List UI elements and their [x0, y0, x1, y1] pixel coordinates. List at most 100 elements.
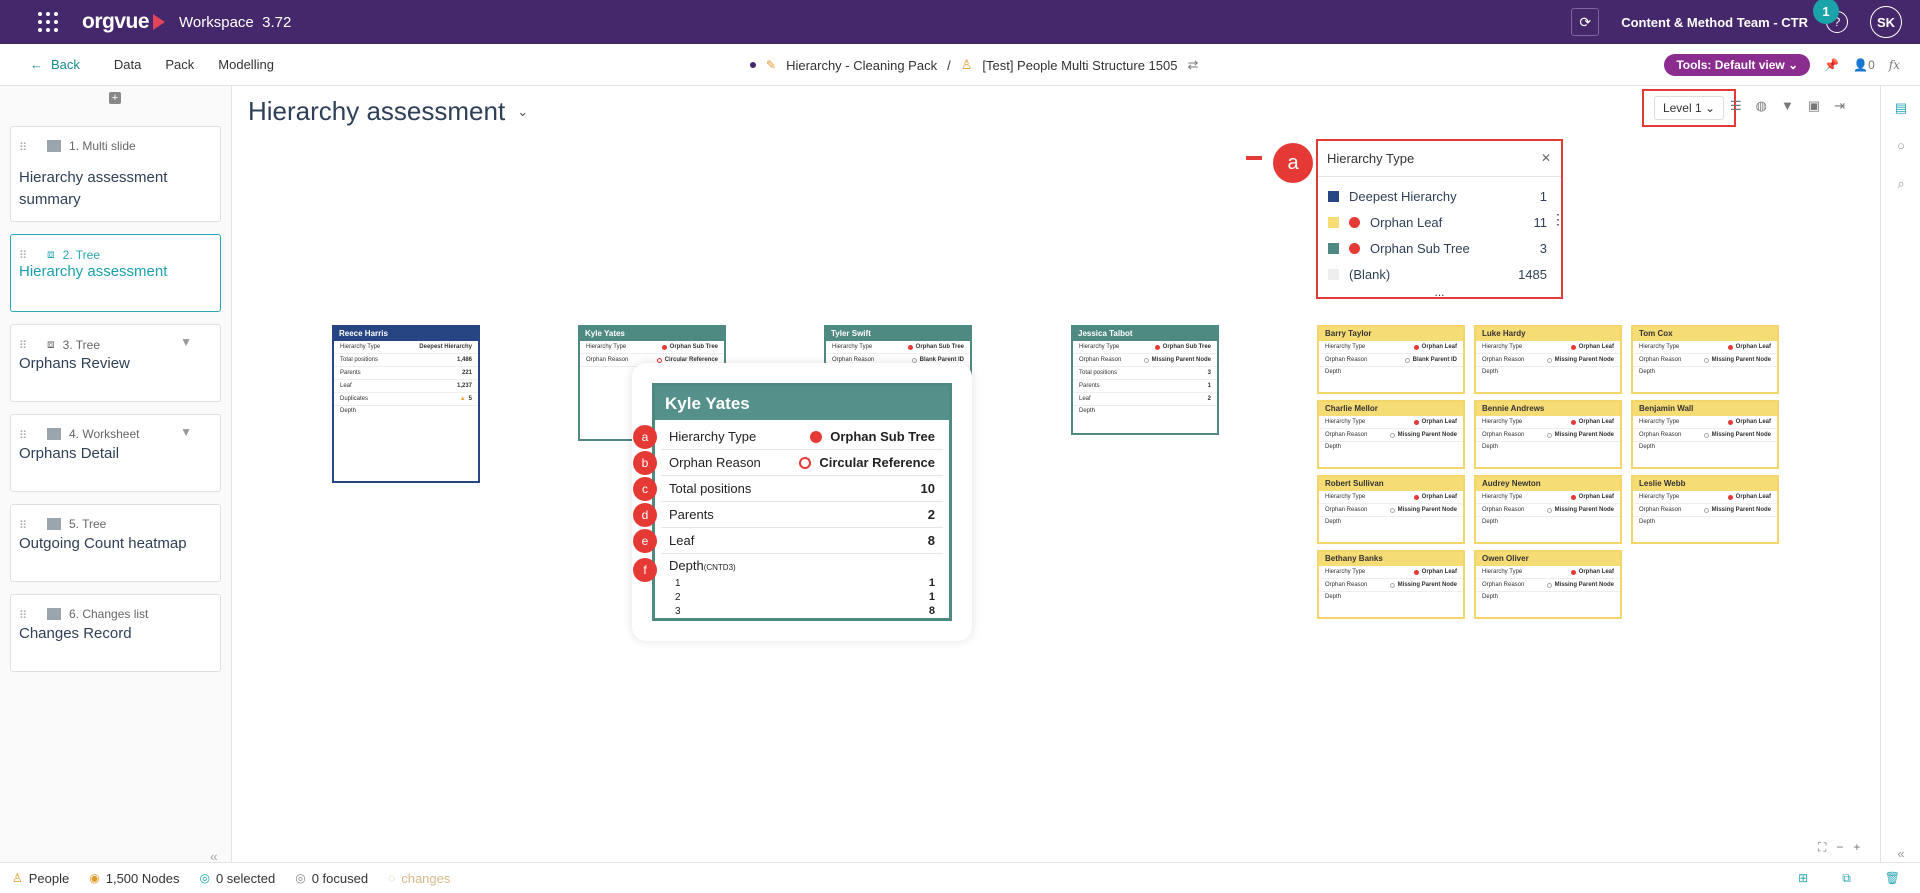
- palette-icon[interactable]: ◍: [1756, 98, 1767, 114]
- orphan-leaf-card[interactable]: Leslie Webb Hierarchy Type Orphan Leaf Orph…: [1631, 475, 1779, 544]
- ring-icon: [911, 357, 917, 363]
- red-dot-icon: [1349, 216, 1360, 228]
- orphan-leaf-card[interactable]: Audrey Newton Hierarchy Type Orphan Leaf Or…: [1474, 475, 1622, 544]
- legend-label: Orphan Leaf: [1370, 214, 1443, 230]
- status-dataset[interactable]: ♙ People: [12, 871, 69, 886]
- legend-row[interactable]: Orphan Sub Tree 3: [1318, 235, 1561, 261]
- legend-count: 3: [1539, 240, 1547, 256]
- breadcrumb-dataset[interactable]: [Test] People Multi Structure 1505: [982, 58, 1177, 73]
- orphan-leaf-card[interactable]: Charlie Mellor Hierarchy Type Orphan Leaf O…: [1317, 400, 1465, 469]
- callout-badge: e: [633, 528, 657, 553]
- more-vertical-icon[interactable]: ⋮: [1551, 211, 1565, 228]
- legend-row[interactable]: Orphan Leaf 11: [1318, 209, 1561, 235]
- node-card-reece-harris[interactable]: Reece Harris Hierarchy Type Deepest Hiera…: [332, 325, 480, 483]
- zoom-out-icon[interactable]: −: [1836, 840, 1843, 855]
- node-name: Kyle Yates: [580, 327, 724, 341]
- field-label: Orphan Reason: [1639, 507, 1682, 513]
- ring-icon: [1546, 507, 1552, 513]
- breadcrumb-pack[interactable]: Hierarchy - Cleaning Pack: [786, 58, 937, 73]
- export-icon[interactable]: ⇥: [1834, 98, 1845, 114]
- callout-badge: d: [633, 502, 657, 527]
- orphan-leaf-card[interactable]: Benjamin Wall Hierarchy Type Orphan Leaf Or…: [1631, 400, 1779, 469]
- legend-label: Orphan Sub Tree: [1370, 240, 1470, 256]
- version-number: 3.72: [262, 13, 292, 31]
- status-changes[interactable]: ◌ changes: [388, 871, 450, 886]
- add-slide-button[interactable]: +: [109, 92, 121, 104]
- fit-screen-icon[interactable]: ⛶: [1818, 840, 1826, 855]
- search-icon[interactable]: ⌕: [1893, 176, 1909, 192]
- team-name[interactable]: Content & Method Team - CTR: [1621, 15, 1808, 30]
- circle-icon[interactable]: ○: [1893, 138, 1909, 154]
- add-node-icon[interactable]: ⊞: [1798, 871, 1808, 886]
- properties-icon[interactable]: ▤: [1893, 100, 1909, 116]
- drag-handle-icon[interactable]: ⠿: [19, 339, 27, 352]
- ring-icon: [1389, 432, 1395, 438]
- sync-button[interactable]: ⟳: [1571, 8, 1600, 36]
- status-focused[interactable]: ◎ 0 focused: [295, 871, 368, 886]
- workspace-name: Workspace: [179, 13, 254, 31]
- tools-view-button[interactable]: Tools: Default view ⌄: [1664, 54, 1811, 76]
- collapse-rail-icon[interactable]: «: [1893, 846, 1909, 862]
- slide-2[interactable]: ⠿ ⧈ 2. Tree Hierarchy assessment: [10, 234, 221, 312]
- field-label: Hierarchy Type: [1325, 419, 1366, 425]
- field-label: Depth: [1639, 369, 1656, 375]
- pin-icon[interactable]: 📌: [1824, 58, 1839, 72]
- orphan-leaf-card[interactable]: Bethany Banks Hierarchy Type Orphan Leaf Or…: [1317, 550, 1465, 619]
- status-bar: ♙ People ◉ 1,500 Nodes ◎ 0 selected ◎ 0 focu…: [0, 862, 1920, 893]
- slide-1[interactable]: ⠿ 1. Multi slide Hierarchy assessment su…: [10, 126, 221, 222]
- field-value: 10: [920, 481, 935, 496]
- avatar[interactable]: SK: [1870, 6, 1902, 38]
- drag-handle-icon[interactable]: ⠿: [19, 429, 27, 442]
- drag-handle-icon[interactable]: ⠿: [19, 609, 27, 622]
- cards-icon[interactable]: ▣: [1808, 98, 1820, 114]
- node-card-jessica-talbot[interactable]: Jessica Talbot Hierarchy Type Orphan Sub …: [1071, 325, 1219, 435]
- slide-6[interactable]: ⠿ 6. Changes list Changes Record: [10, 594, 221, 672]
- level-highlight: Level 1 ⌄: [1642, 89, 1736, 127]
- swap-icon[interactable]: ⇄: [1187, 57, 1198, 73]
- red-dot-icon: [1570, 569, 1576, 575]
- legend-count: 1: [1539, 188, 1547, 204]
- node-name: Robert Sullivan: [1319, 477, 1463, 491]
- slide-3[interactable]: ⠿ ⧈ 3. Tree ▼ Orphans Review: [10, 324, 221, 402]
- nav-data[interactable]: Data: [114, 57, 141, 72]
- orphan-leaf-card[interactable]: Barry Taylor Hierarchy Type Orphan Leaf Orp…: [1317, 325, 1465, 394]
- users-count[interactable]: 👤0: [1853, 58, 1875, 72]
- level-select[interactable]: Level 1 ⌄: [1653, 96, 1725, 120]
- legend-row[interactable]: Deepest Hierarchy 1: [1318, 183, 1561, 209]
- logo-text: orgvue: [82, 10, 150, 33]
- red-dot-icon: [1727, 494, 1733, 500]
- status-selected[interactable]: ◎ 0 selected: [199, 871, 275, 886]
- drag-handle-icon[interactable]: ⠿: [19, 141, 27, 154]
- app-grid-icon[interactable]: [38, 12, 58, 32]
- drag-handle-icon[interactable]: ⠿: [19, 519, 27, 532]
- close-icon[interactable]: ✕: [1541, 151, 1551, 165]
- orphan-leaf-card[interactable]: Luke Hardy Hierarchy Type Orphan Leaf Orpha…: [1474, 325, 1622, 394]
- orgvue-logo[interactable]: orgvue: [82, 10, 166, 34]
- orphan-leaf-card[interactable]: Bennie Andrews Hierarchy Type Orphan Leaf O…: [1474, 400, 1622, 469]
- orphan-leaf-card[interactable]: Robert Sullivan Hierarchy Type Orphan Leaf…: [1317, 475, 1465, 544]
- slide-5[interactable]: ⠿ 5. Tree Outgoing Count heatmap: [10, 504, 221, 582]
- field-value: Missing Parent Node: [1711, 432, 1771, 438]
- back-button[interactable]: ← Back: [30, 57, 80, 72]
- legend-row[interactable]: (Blank) 1485: [1318, 261, 1561, 287]
- nodes-icon: ◉: [89, 871, 100, 885]
- legend-more[interactable]: ...: [1318, 286, 1561, 298]
- help-icon[interactable]: 1 ?: [1813, 0, 1848, 33]
- zoomed-node-card[interactable]: Kyle Yates a Hierarchy Type Orphan Sub Tre…: [633, 383, 952, 621]
- field-value: Orphan Leaf: [1421, 344, 1457, 350]
- fx-icon[interactable]: fx: [1889, 58, 1900, 72]
- orphan-leaf-card[interactable]: Owen Oliver Hierarchy Type Orphan Leaf Orph…: [1474, 550, 1622, 619]
- filter-icon[interactable]: ▼: [1781, 98, 1794, 114]
- copy-icon[interactable]: ⧉: [1842, 871, 1851, 886]
- orphan-leaf-card[interactable]: Tom Cox Hierarchy Type Orphan Leaf Orphan R…: [1631, 325, 1779, 394]
- nav-pack[interactable]: Pack: [165, 57, 194, 72]
- page-title[interactable]: Hierarchy assessment ⌄: [248, 96, 528, 127]
- zoom-in-icon[interactable]: +: [1853, 840, 1860, 855]
- delete-icon[interactable]: 🗑: [1885, 871, 1900, 886]
- field-value: Missing Parent Node: [1711, 507, 1771, 513]
- list-icon[interactable]: ☰: [1730, 98, 1742, 114]
- field-value: Missing Parent Node: [1554, 507, 1614, 513]
- nav-modelling[interactable]: Modelling: [218, 57, 274, 72]
- slide-4[interactable]: ⠿ 4. Worksheet ▼ Orphans Detail: [10, 414, 221, 492]
- status-nodes[interactable]: ◉ 1,500 Nodes: [89, 871, 179, 886]
